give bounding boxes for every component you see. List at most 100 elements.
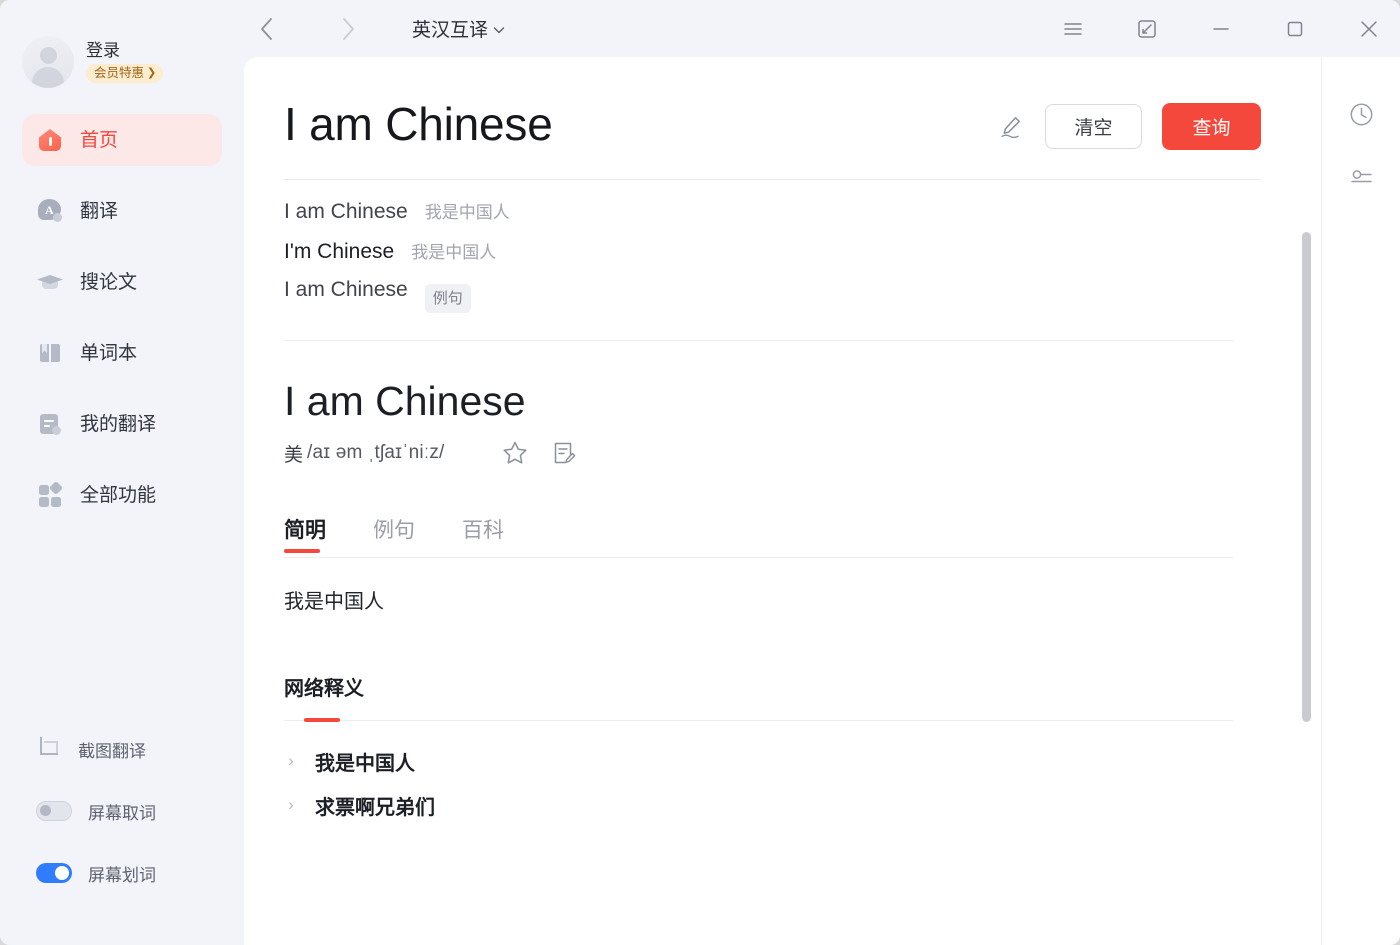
sidebar-item-screenshot-translate-label: 截图翻译 <box>78 741 146 761</box>
web-definition-row[interactable]: › 求票啊兄弟们 <box>284 783 1261 827</box>
sidebar-item-all-features[interactable]: 全部功能 <box>22 469 222 521</box>
history-clock-icon <box>1350 103 1372 125</box>
tab-encyclopedia[interactable]: 百科 <box>462 514 504 558</box>
chevron-right-icon: › <box>288 751 294 770</box>
content-scroll-area: I am Chinese 清空 查询 I am Chinese 我是中国人 I'… <box>244 57 1321 945</box>
suggestion-item[interactable]: I am Chinese 我是中国人 <box>284 198 1233 238</box>
menu-button[interactable] <box>1050 6 1096 52</box>
query-button[interactable]: 查询 <box>1162 103 1261 150</box>
web-definition-row[interactable]: › 我是中国人 <box>284 739 1261 783</box>
web-definitions-divider <box>284 718 1233 722</box>
back-button[interactable] <box>244 7 288 51</box>
book-icon <box>36 339 64 367</box>
handwriting-button[interactable] <box>994 110 1028 144</box>
language-pair-selector[interactable]: 英汉互译 <box>412 15 506 42</box>
sidebar-item-screen-word-select[interactable]: 屏幕划词 <box>22 853 222 893</box>
sidebar-item-screenshot-translate[interactable]: 截图翻译 <box>22 729 222 769</box>
entry-headword: I am Chinese <box>284 378 526 424</box>
user-account-block[interactable]: 登录 会员特惠 ❯ <box>0 0 244 96</box>
sidebar-bottom-group: 截图翻译 屏幕取词 屏幕划词 <box>0 729 244 945</box>
suggestion-source: I am Chinese <box>284 200 408 223</box>
sidebar-item-screen-word-select-label: 屏幕划词 <box>88 865 156 885</box>
app-window: 登录 会员特惠 ❯ 首页 A 翻译 搜论文 单词本 我的翻译 全部功能 截图翻译… <box>0 0 1400 945</box>
search-input[interactable]: I am Chinese <box>284 95 994 153</box>
sidebar-item-all-features-label: 全部功能 <box>80 484 157 506</box>
chevron-right-icon: ❯ <box>147 67 157 80</box>
pen-icon <box>1001 116 1020 138</box>
expand-window-icon <box>1138 19 1156 38</box>
suggestion-list: I am Chinese 我是中国人 I'm Chinese 我是中国人 I a… <box>284 180 1233 341</box>
suggestion-translation: 我是中国人 <box>424 203 510 222</box>
hamburger-menu-icon <box>1064 22 1082 35</box>
forward-arrow-icon <box>342 17 354 40</box>
sidebar-item-papers[interactable]: 搜论文 <box>22 256 222 308</box>
web-definitions-list: › 我是中国人 › 求票啊兄弟们 <box>284 721 1261 827</box>
crop-icon <box>36 736 62 762</box>
sidebar-item-wordbook[interactable]: 单词本 <box>22 327 222 379</box>
phonetic-region-label: 美 <box>284 444 304 466</box>
definition-text: 我是中国人 <box>284 591 384 613</box>
chevron-down-icon <box>493 27 505 34</box>
screen-word-select-toggle[interactable] <box>36 863 72 883</box>
home-icon <box>36 126 64 154</box>
suggestion-item[interactable]: I'm Chinese 我是中国人 <box>284 238 1233 278</box>
login-link[interactable]: 登录 <box>86 41 163 61</box>
chevron-right-icon: › <box>288 795 294 814</box>
sidebar-item-home[interactable]: 首页 <box>22 114 222 166</box>
settings-slider-icon <box>1350 169 1372 182</box>
sidebar-item-wordbook-label: 单词本 <box>80 342 138 364</box>
translate-icon: A <box>36 197 64 225</box>
avatar[interactable] <box>22 36 74 88</box>
settings-button[interactable] <box>1340 157 1382 199</box>
entry-tabs: 简明 例句 百科 <box>284 514 1261 558</box>
left-sidebar: 登录 会员特惠 ❯ 首页 A 翻译 搜论文 单词本 我的翻译 全部功能 截图翻译… <box>0 0 244 945</box>
language-pair-label: 英汉互译 <box>412 20 489 41</box>
content-panel: I am Chinese 清空 查询 I am Chinese 我是中国人 I'… <box>244 57 1400 945</box>
web-definition-label: 求票啊兄弟们 <box>315 796 435 819</box>
screen-word-capture-toggle[interactable] <box>36 801 72 821</box>
maximize-icon <box>1287 21 1303 36</box>
phonetic-row: 美 /aɪ əm ˌtʃaɪˈniːz/ <box>284 439 1261 467</box>
history-button[interactable] <box>1340 93 1382 135</box>
vertical-scrollbar[interactable] <box>1302 232 1311 722</box>
star-outline-icon[interactable] <box>501 439 529 467</box>
user-text-group: 登录 会员特惠 ❯ <box>86 41 164 84</box>
tab-simple[interactable]: 简明 <box>284 514 326 558</box>
sidebar-item-screen-word-capture[interactable]: 屏幕取词 <box>22 791 222 831</box>
sidebar-item-my-translations[interactable]: 我的翻译 <box>22 398 222 450</box>
vip-badge[interactable]: 会员特惠 ❯ <box>86 63 164 84</box>
web-definition-label: 我是中国人 <box>315 752 415 775</box>
graduation-cap-icon <box>36 268 64 296</box>
document-icon <box>36 410 64 438</box>
suggestion-translation: 我是中国人 <box>411 243 497 262</box>
close-icon <box>1361 20 1377 37</box>
sidebar-item-my-translations-label: 我的翻译 <box>80 413 157 435</box>
maximize-button[interactable] <box>1272 6 1318 52</box>
clear-button[interactable]: 清空 <box>1045 104 1142 149</box>
suggestion-item[interactable]: I am Chinese 例句 <box>284 278 1233 318</box>
minimize-icon <box>1213 27 1229 30</box>
suggestion-source: I'm Chinese <box>284 240 395 263</box>
grid-icon <box>36 480 64 509</box>
suggestion-source: I am Chinese <box>284 278 408 301</box>
search-actions: 清空 查询 <box>994 95 1261 150</box>
forward-button[interactable] <box>326 7 370 51</box>
expand-button[interactable] <box>1124 6 1170 52</box>
minimize-button[interactable] <box>1198 6 1244 52</box>
sidebar-nav: 首页 A 翻译 搜论文 单词本 我的翻译 全部功能 <box>0 96 244 540</box>
web-definitions-title: 网络释义 <box>284 678 364 700</box>
main-area: 英汉互译 I am Chinese 清空 查询 I am Chinese 我是中… <box>244 0 1400 945</box>
sidebar-item-home-label: 首页 <box>80 129 119 151</box>
sidebar-item-papers-label: 搜论文 <box>80 271 138 293</box>
note-edit-icon[interactable] <box>551 440 577 466</box>
entry-action-icons <box>501 439 577 467</box>
sidebar-item-translate[interactable]: A 翻译 <box>22 185 222 237</box>
suggestion-tag: 例句 <box>424 283 471 313</box>
sidebar-item-translate-label: 翻译 <box>80 200 119 222</box>
web-definitions-section: 网络释义 › 我是中国人 › 求票啊兄弟们 <box>284 672 1261 827</box>
tab-examples[interactable]: 例句 <box>373 514 415 558</box>
vip-badge-label: 会员特惠 <box>94 66 145 81</box>
close-button[interactable] <box>1346 6 1392 52</box>
back-arrow-icon <box>260 17 272 40</box>
right-rail <box>1321 57 1400 945</box>
